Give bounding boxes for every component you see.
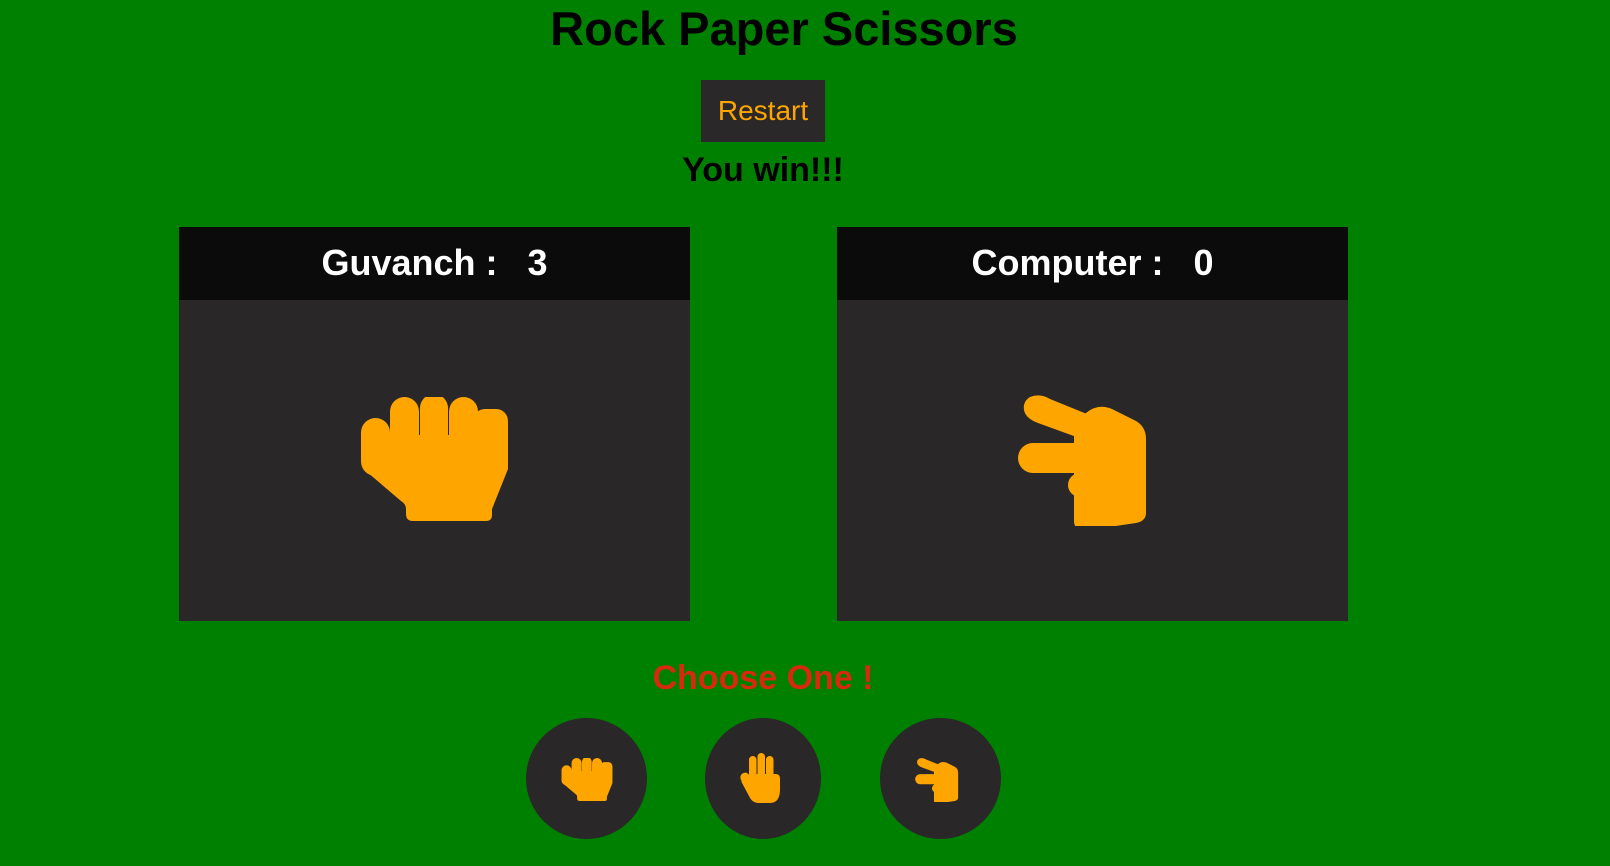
scissors-hand-icon bbox=[915, 758, 959, 802]
restart-button[interactable]: Restart bbox=[701, 80, 825, 142]
computer-panel: Computer : 0 bbox=[837, 227, 1348, 621]
result-message: You win!!! bbox=[682, 151, 844, 189]
player-panel: Guvanch : 3 bbox=[179, 227, 690, 621]
rock-fist-icon bbox=[361, 397, 508, 521]
paper-hand-icon bbox=[740, 753, 780, 803]
rock-fist-icon bbox=[561, 758, 613, 801]
rock-choice-button[interactable] bbox=[526, 718, 647, 839]
paper-choice-button[interactable] bbox=[705, 718, 821, 839]
player-score-label: Guvanch : 3 bbox=[179, 227, 690, 300]
choose-prompt: Choose One ! bbox=[652, 659, 874, 697]
computer-score-label: Computer : 0 bbox=[837, 227, 1348, 300]
computer-hand-area bbox=[837, 300, 1348, 621]
player-hand-area bbox=[179, 300, 690, 621]
page-title: Rock Paper Scissors bbox=[550, 2, 1018, 55]
scissors-hand-icon bbox=[1018, 395, 1146, 526]
scissors-choice-button[interactable] bbox=[880, 718, 1001, 839]
